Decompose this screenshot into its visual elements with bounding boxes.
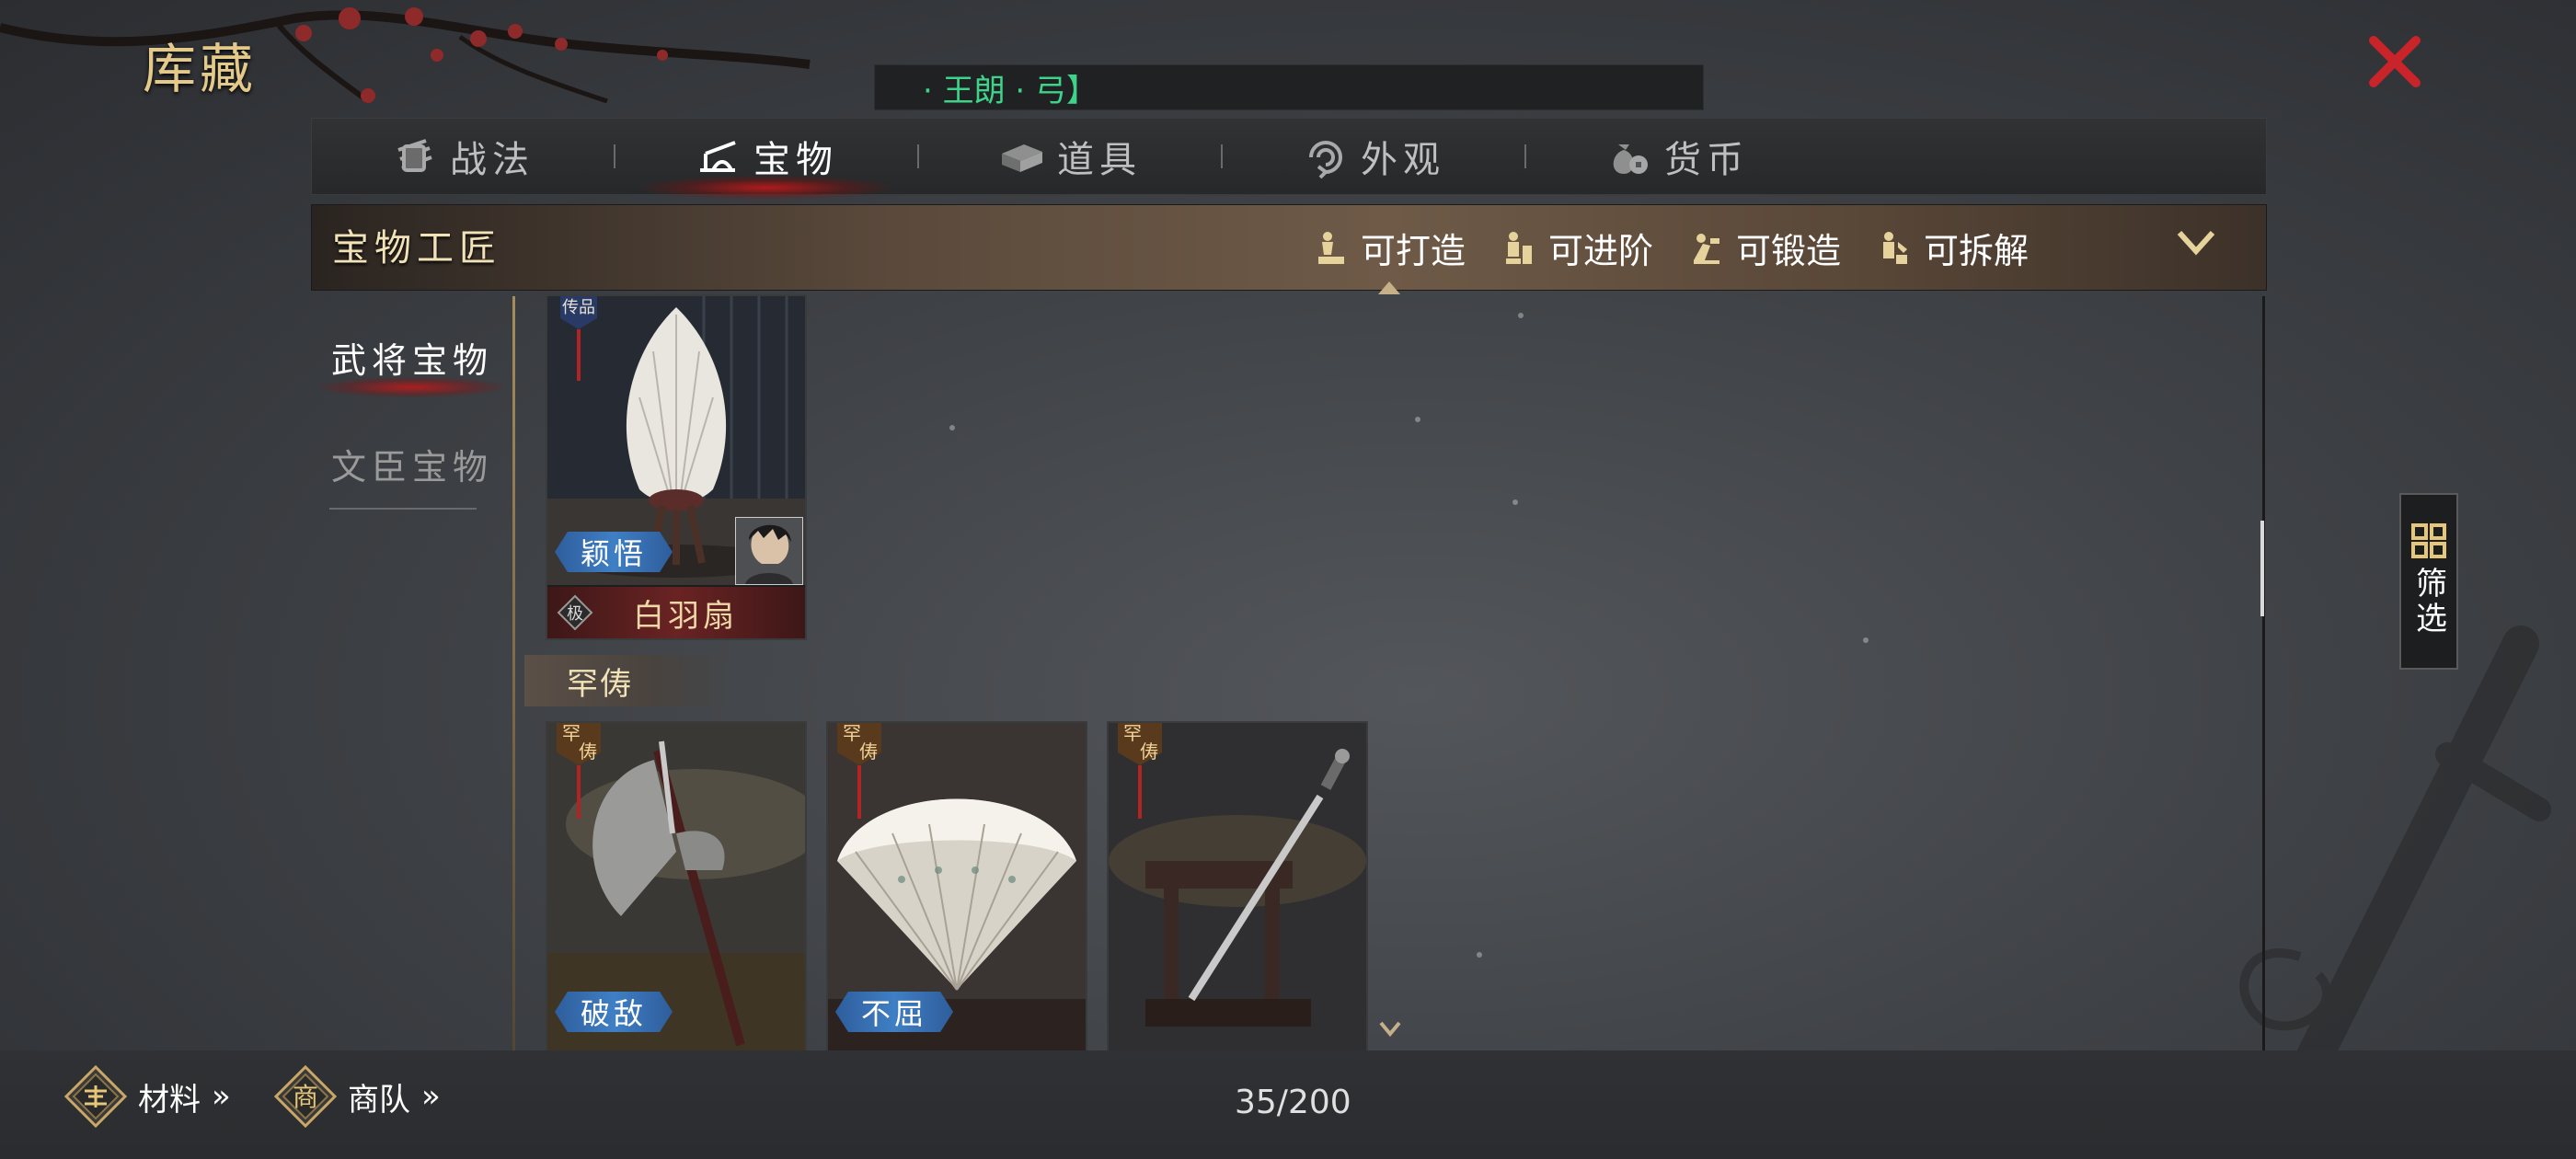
filter-label: 筛选 (2409, 567, 2447, 637)
category-minister-treasure[interactable]: 文臣宝物 (311, 410, 513, 517)
tab-items[interactable]: 道具 (919, 119, 1221, 194)
rarity-rare-badge-icon: 罕 俦 (1118, 722, 1162, 819)
section-label: 罕俦 (567, 665, 633, 703)
tab-label: 外观 (1361, 139, 1445, 181)
materials-label: 材料 (138, 1081, 201, 1119)
tab-appearance[interactable]: 外观 (1223, 119, 1524, 194)
caravan-label: 商队 (348, 1081, 410, 1119)
dust-particle (949, 425, 955, 430)
dust-particle (1863, 637, 1869, 643)
can-smith-button[interactable]: 可锻造 (1690, 223, 1841, 273)
dust-particle (1477, 952, 1482, 958)
tab-tactics[interactable]: 战法 (312, 119, 614, 194)
dust-particle (1512, 499, 1518, 505)
materials-button[interactable]: 材料 » (64, 1065, 231, 1128)
treasure-card-white-feather-fan[interactable]: 传品 颖悟 极 白羽扇 (546, 294, 807, 640)
content-left-border (512, 296, 515, 1050)
treasure-card-sword[interactable]: 罕 俦 (1107, 721, 1368, 1052)
svg-text:罕: 罕 (843, 722, 861, 744)
grade-badge-icon: 极 (557, 594, 593, 631)
dust-particle (1415, 417, 1420, 422)
treasure-craftsman-bar: 宝物工匠 可打造 可进阶 可锻造 可拆解 (311, 204, 2267, 291)
merchant-badge-icon: 商 (274, 1065, 337, 1128)
forge-anvil-icon (1318, 232, 1344, 264)
money-bag-icon (1613, 144, 1648, 174)
hero-portrait-avatar (735, 517, 803, 585)
rarity-rare-badge-icon: 罕 俦 (837, 722, 881, 819)
tab-currency[interactable]: 货币 (1526, 119, 1828, 194)
can-dismantle-button[interactable]: 可拆解 (1878, 223, 2029, 273)
action-label: 可进阶 (1548, 230, 1654, 271)
tab-label: 货币 (1664, 139, 1749, 181)
can-forge-button[interactable]: 可打造 (1315, 223, 1466, 273)
filter-button[interactable]: 筛选 (2399, 493, 2458, 670)
skill-tag: 不屈 (835, 992, 953, 1032)
craftsman-title: 宝物工匠 (332, 227, 501, 270)
tab-label: 道具 (1057, 139, 1142, 181)
tab-label: 战法 (450, 139, 535, 181)
announcement-marquee: · 王朗 · 弓】 (874, 64, 1704, 110)
svg-text:极: 极 (567, 604, 583, 624)
treasure-card-feather-fan[interactable]: 罕 俦 不屈 (826, 721, 1087, 1052)
caravan-button[interactable]: 商 商队 » (274, 1065, 441, 1128)
grid-filter-icon (2411, 523, 2446, 558)
tab-treasure[interactable]: 宝物 (615, 119, 917, 200)
action-label: 可锻造 (1736, 230, 1842, 271)
category-divider (329, 508, 477, 510)
treasure-name-bar: 极 白羽扇 (547, 587, 805, 638)
inventory-counter: 35/200 (1235, 1084, 1351, 1121)
category-list: 武将宝物 文臣宝物 (311, 304, 513, 517)
box-icon (1002, 144, 1042, 172)
category-general-treasure[interactable]: 武将宝物 (311, 304, 513, 410)
swirl-icon (1309, 141, 1342, 179)
close-icon[interactable] (2363, 29, 2427, 94)
can-advance-button[interactable]: 可进阶 (1502, 223, 1653, 273)
svg-text:俦: 俦 (859, 740, 878, 763)
svg-text:俦: 俦 (579, 740, 597, 763)
content-right-border (2262, 296, 2265, 1050)
rarity-legendary-badge-icon: 传品 (560, 296, 597, 381)
svg-text:罕: 罕 (562, 722, 581, 744)
chevron-down-icon[interactable] (2174, 224, 2218, 260)
svg-text:罕: 罕 (1123, 722, 1142, 744)
hammer-icon (1694, 234, 1720, 264)
materials-badge-icon (64, 1065, 127, 1128)
dismantle-icon (1883, 232, 1908, 264)
svg-text:商: 商 (293, 1082, 318, 1112)
scrollbar-thumb[interactable] (2260, 521, 2264, 616)
page-title: 库藏 (143, 38, 258, 100)
svg-text:俦: 俦 (1140, 740, 1158, 763)
skill-tag: 颖悟 (555, 532, 673, 572)
marquee-text: · 王朗 · 弓】 (923, 72, 1098, 109)
advance-icon (1506, 232, 1533, 264)
rarity-section-header: 罕俦 (524, 655, 727, 706)
action-label: 可打造 (1361, 230, 1466, 271)
dust-particle (1518, 313, 1524, 318)
main-tab-bar: 战法 宝物 道具 外观 货币 (311, 118, 2267, 200)
scroll-more-chevron-icon (1379, 1021, 1401, 1038)
scroll-bundle-icon (397, 139, 432, 172)
treasure-card-axe[interactable]: 罕 俦 破敌 (546, 721, 807, 1052)
skill-tag: 破敌 (555, 992, 673, 1032)
treasure-bridge-icon (700, 141, 736, 172)
selection-caret-icon (1378, 281, 1400, 294)
action-label: 可拆解 (1924, 230, 2030, 271)
double-chevron-icon: » (212, 1078, 231, 1115)
double-chevron-icon: » (421, 1078, 441, 1115)
svg-text:传品: 传品 (562, 298, 595, 317)
rarity-rare-badge-icon: 罕 俦 (557, 722, 601, 819)
craftsman-actions: 可打造 可进阶 可锻造 可拆解 (1315, 205, 2029, 290)
tab-label: 宝物 (753, 139, 838, 181)
treasure-name: 白羽扇 (633, 597, 738, 635)
